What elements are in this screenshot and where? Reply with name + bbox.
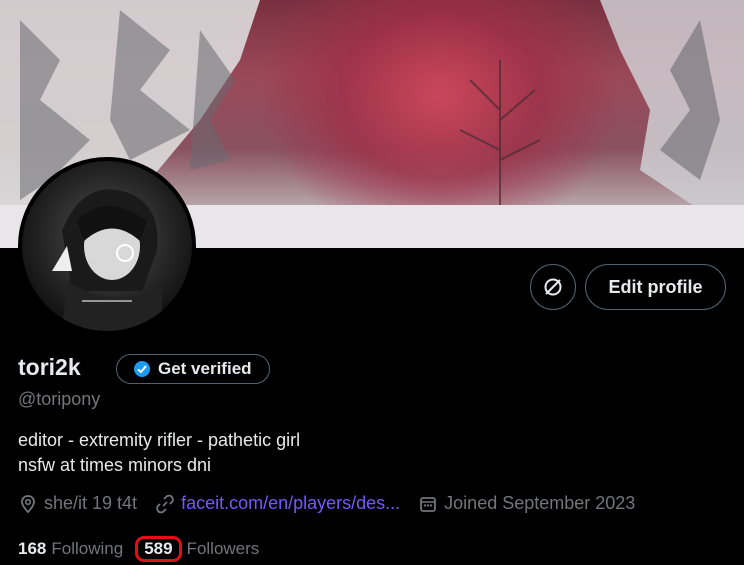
following-label: Following [51, 539, 124, 558]
profile-bio: editor - extremity rifler - pathetic gir… [18, 428, 300, 478]
more-options-button[interactable] [530, 264, 576, 310]
followers-stat[interactable]: 589 Followers [135, 536, 260, 562]
bio-line: nsfw at times minors dni [18, 455, 212, 475]
bio-line: editor - extremity rifler - pathetic gir… [18, 430, 301, 450]
get-verified-button[interactable]: Get verified [116, 354, 270, 384]
verified-badge-icon [134, 361, 150, 377]
avatar-image [52, 189, 162, 331]
location-pin-icon [21, 494, 35, 513]
joined-text: Joined September 2023 [444, 493, 636, 513]
followers-label: Followers [186, 539, 260, 558]
profile-meta: she/it 19 t4t faceit.com/en/players/des.… [18, 493, 653, 514]
following-count: 168 [18, 539, 47, 558]
edit-profile-button[interactable]: Edit profile [585, 264, 726, 310]
profile-handle: @toripony [18, 389, 101, 409]
calendar-icon [420, 496, 437, 512]
location-item: she/it 19 t4t [18, 493, 137, 514]
joined-item: Joined September 2023 [418, 493, 635, 514]
sync-icon [544, 278, 562, 296]
profile-stats: 168 Following 589 Followers [18, 536, 259, 562]
link-icon [156, 494, 174, 513]
followers-count: 589 [135, 536, 182, 562]
website-item[interactable]: faceit.com/en/players/des... [155, 493, 400, 514]
display-name: tori2k [18, 354, 81, 380]
profile-avatar[interactable] [18, 157, 196, 335]
following-stat[interactable]: 168 Following [18, 539, 123, 559]
get-verified-label: Get verified [158, 359, 252, 378]
website-link[interactable]: faceit.com/en/players/des... [181, 493, 400, 514]
location-text: she/it 19 t4t [44, 493, 138, 513]
